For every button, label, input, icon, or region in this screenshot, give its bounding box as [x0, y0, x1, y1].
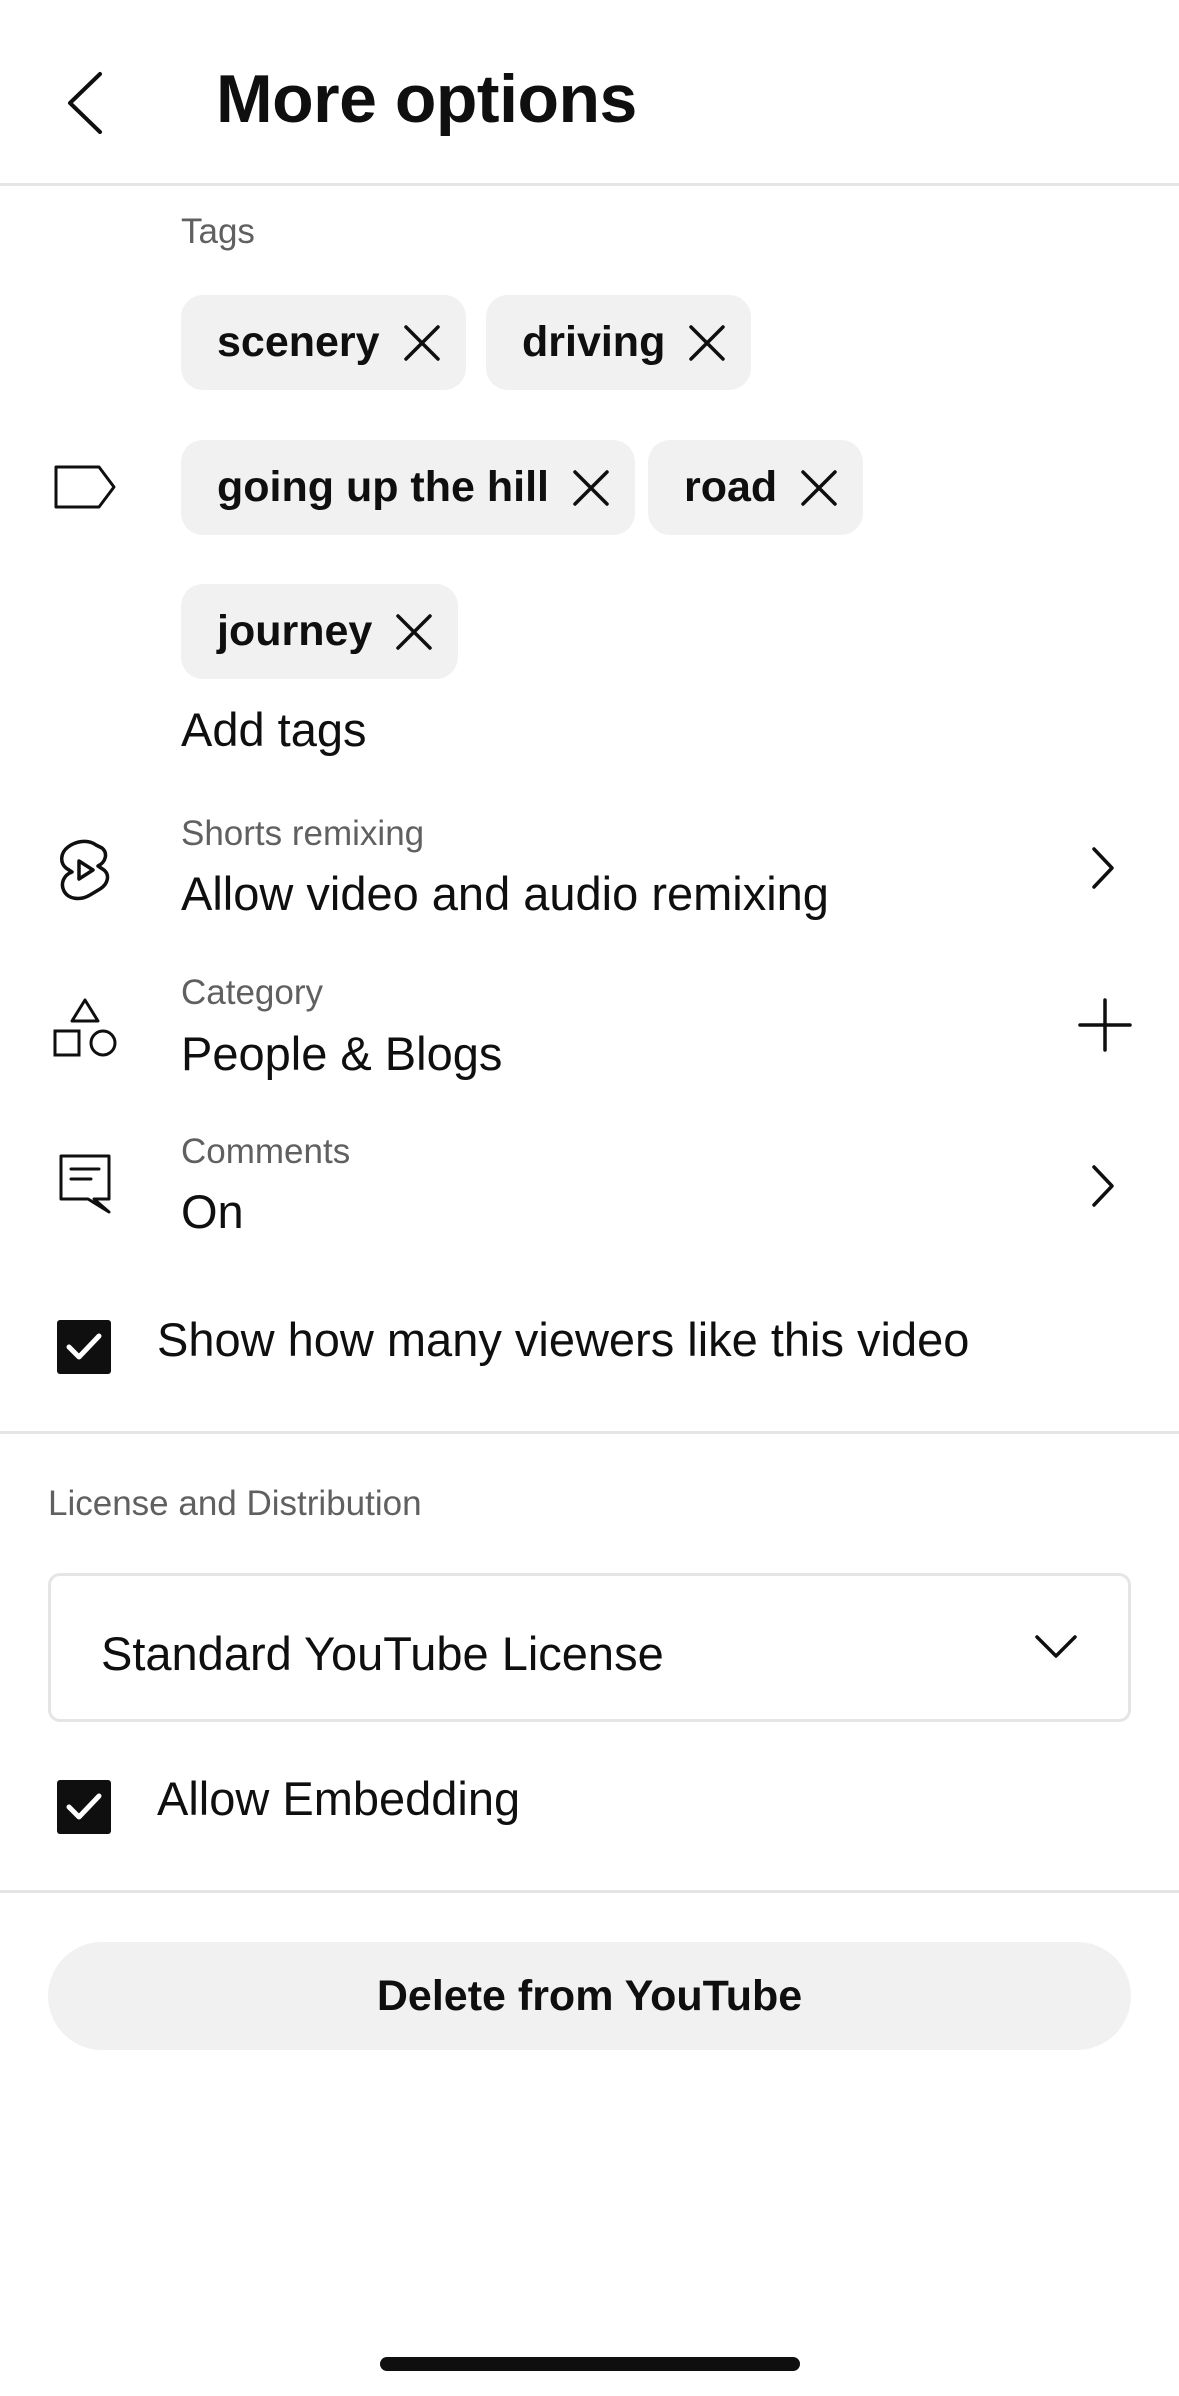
chevron-left-icon [68, 72, 102, 134]
tags-label: Tags [181, 212, 255, 251]
shorts-remixing-label: Shorts remixing [181, 814, 425, 853]
category-label: Category [181, 973, 324, 1012]
back-button[interactable] [44, 58, 124, 148]
license-section-title: License and Distribution [48, 1484, 422, 1523]
tag-icon [50, 462, 120, 512]
tag-chip[interactable]: driving [486, 295, 752, 390]
license-select-value: Standard YouTube License [101, 1627, 664, 1680]
show-likes-label: Show how many viewers like this video [157, 1313, 970, 1366]
checkmark-icon [66, 1333, 102, 1360]
divider [0, 1431, 1179, 1434]
add-tags-input[interactable]: Add tags [181, 702, 367, 757]
home-indicator[interactable] [380, 2357, 800, 2371]
comments-value: On [181, 1185, 244, 1238]
chevron-right-icon[interactable] [1088, 1162, 1118, 1210]
more-options-screen: More options Tags scenery driving going … [0, 0, 1179, 2396]
divider [0, 1890, 1179, 1893]
tag-text: driving [522, 318, 666, 366]
allow-embedding-label: Allow Embedding [157, 1772, 521, 1825]
close-icon[interactable] [685, 321, 729, 365]
comment-icon [56, 1152, 114, 1216]
tag-chip[interactable]: scenery [181, 295, 466, 390]
close-icon[interactable] [400, 321, 444, 365]
tag-text: going up the hill [217, 463, 549, 511]
chevron-right-icon[interactable] [1088, 844, 1118, 892]
close-icon[interactable] [797, 466, 841, 510]
shorts-remixing-value: Allow video and audio remixing [181, 867, 829, 920]
allow-embedding-checkbox[interactable] [57, 1780, 111, 1834]
tag-text: scenery [217, 318, 380, 366]
delete-from-youtube-button[interactable]: Delete from YouTube [48, 1942, 1131, 2050]
page-title: More options [216, 61, 637, 137]
comments-label: Comments [181, 1132, 351, 1171]
show-likes-checkbox[interactable] [57, 1320, 111, 1374]
plus-icon[interactable] [1078, 998, 1132, 1052]
shorts-remix-icon [52, 836, 116, 904]
close-icon[interactable] [569, 466, 613, 510]
category-value: People & Blogs [181, 1027, 503, 1080]
tag-chip[interactable]: journey [181, 584, 459, 679]
category-icon [50, 996, 120, 1060]
license-select[interactable]: Standard YouTube License [48, 1573, 1131, 1722]
tag-chip[interactable]: going up the hill [181, 440, 635, 535]
tag-text: road [684, 463, 778, 511]
header: More options [0, 0, 1179, 186]
checkmark-icon [66, 1793, 102, 1820]
tag-chip[interactable]: road [648, 440, 864, 535]
chevron-down-icon [1034, 1622, 1078, 1679]
tag-text: journey [217, 607, 373, 655]
close-icon[interactable] [392, 610, 436, 654]
